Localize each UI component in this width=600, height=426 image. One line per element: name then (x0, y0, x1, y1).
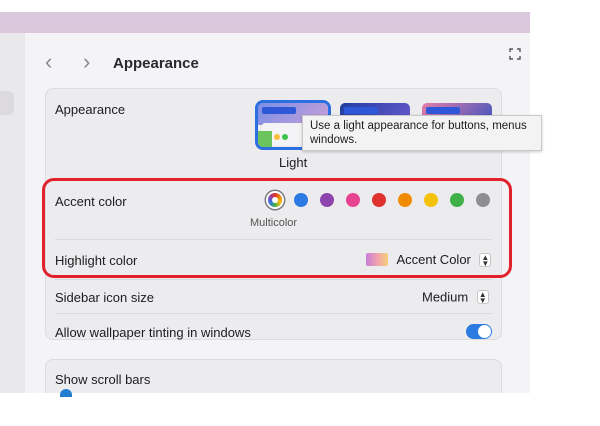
divider (55, 279, 492, 280)
sidebar-icon-size-popup[interactable]: Medium ▲ ▼ (422, 288, 489, 306)
sidebar-icon-size-label: Sidebar icon size (55, 290, 154, 305)
wallpaper-tinting-toggle[interactable] (466, 324, 492, 339)
updown-chevron-icon: ▲ ▼ (476, 289, 489, 304)
sidebar-icon-size-value: Medium (422, 289, 469, 305)
sidebar (0, 33, 26, 393)
tooltip-line-1: Use a light appearance for buttons, menu… (310, 120, 527, 132)
tooltip: Use a light appearance for buttons, menu… (302, 115, 542, 151)
toggle-knob (478, 325, 491, 338)
appearance-light-label: Light (279, 155, 308, 170)
divider (55, 313, 492, 314)
page-background (0, 393, 600, 426)
page-title: Appearance (113, 55, 199, 72)
wallpaper-tinting-label: Allow wallpaper tinting in windows (55, 325, 251, 340)
appearance-label: Appearance (55, 102, 126, 117)
sidebar-search-field[interactable] (0, 91, 14, 115)
annotation-highlight-rectangle (42, 178, 512, 278)
fullscreen-icon[interactable] (509, 48, 521, 60)
toolbar: ‹ › Appearance (25, 33, 530, 83)
radio-button-icon[interactable] (60, 389, 72, 397)
back-button[interactable]: ‹ (45, 51, 52, 73)
show-scroll-bars-label: Show scroll bars (55, 372, 151, 387)
forward-button[interactable]: › (83, 51, 90, 73)
tooltip-line-2: windows. (310, 134, 358, 146)
